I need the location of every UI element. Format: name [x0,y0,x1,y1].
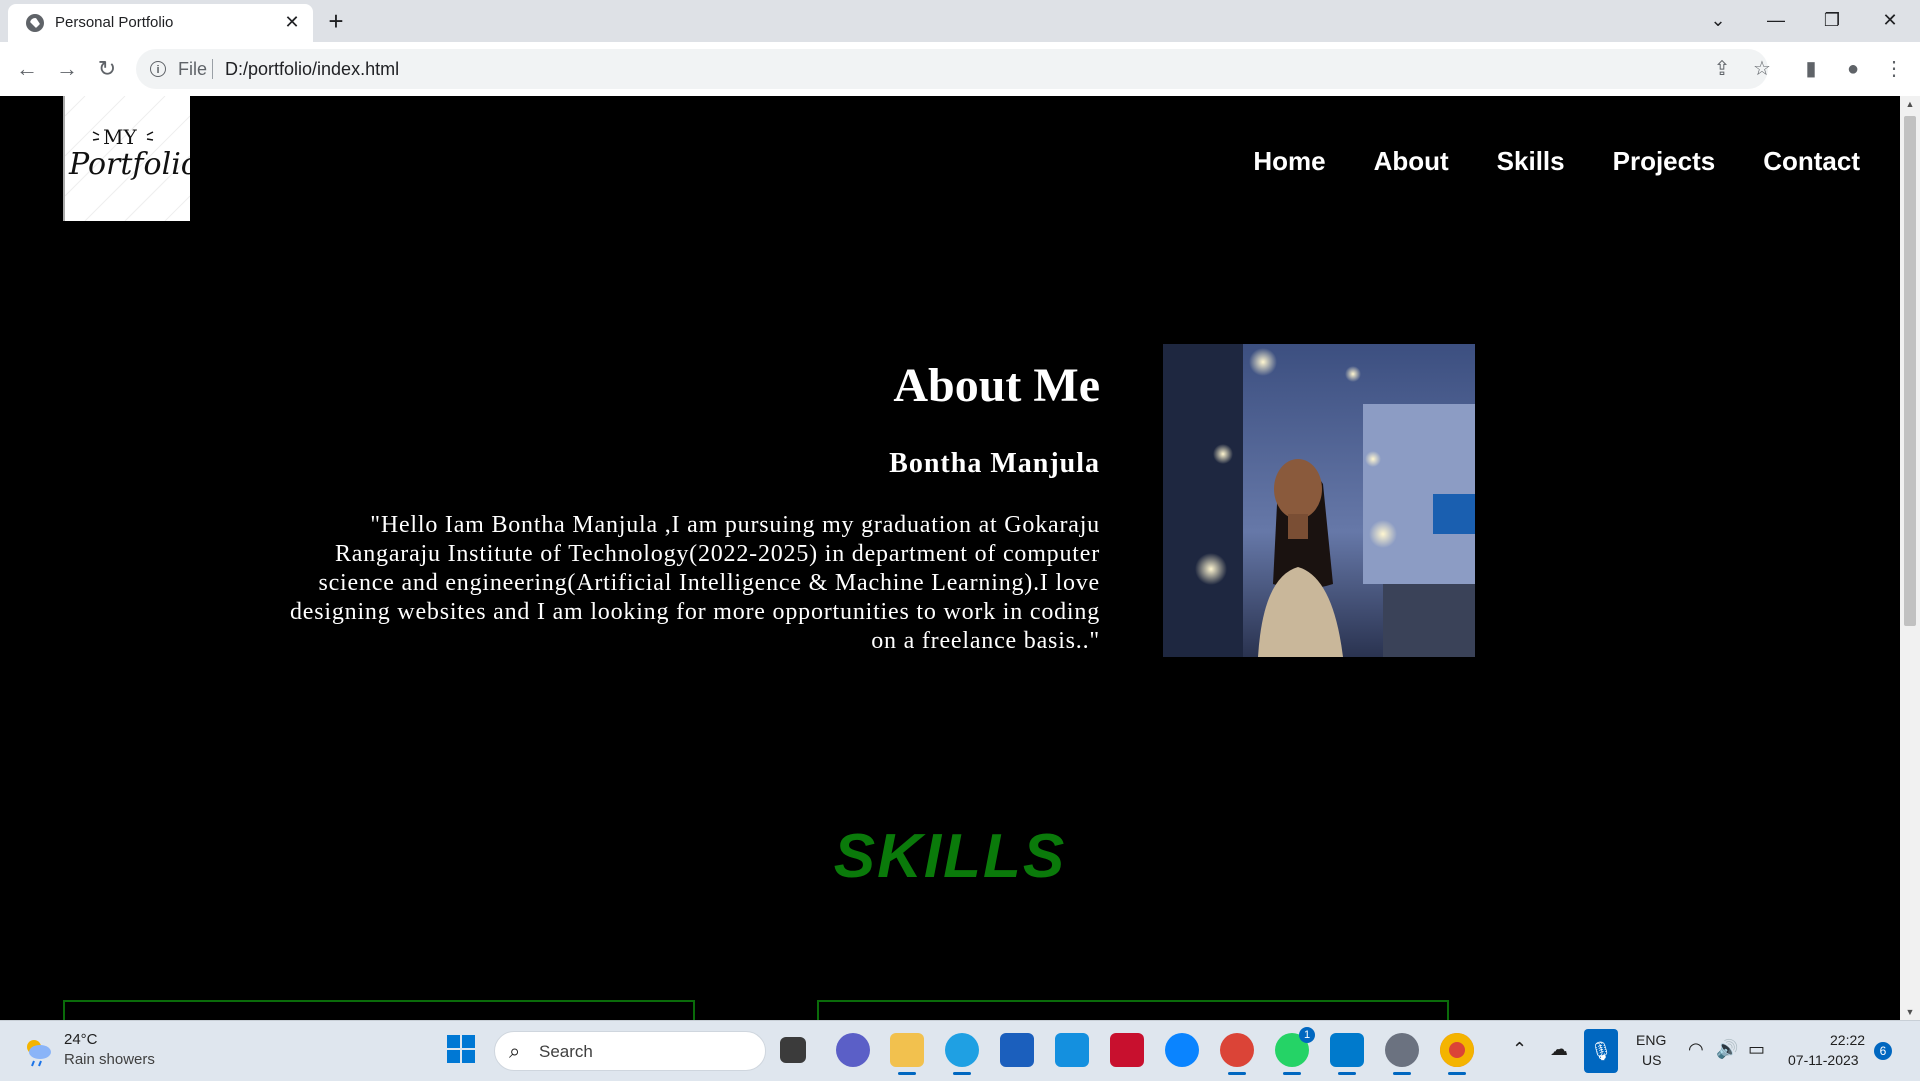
divider [212,59,213,79]
forward-icon[interactable]: → [53,55,81,83]
chevron-up-icon[interactable]: ⌃ [1512,1039,1527,1060]
about-heading: About Me [893,359,1100,412]
nav-skills[interactable]: Skills [1497,146,1565,177]
volume-icon[interactable]: 🔊 [1716,1039,1738,1060]
search-label: Search [539,1042,593,1061]
clock-date[interactable]: 07-11-2023 [1788,1052,1859,1068]
info-icon[interactable]: i [150,61,166,77]
about-paragraph: "Hello Iam Bontha Manjula ,I am pursuing… [289,512,1100,654]
clock-time[interactable]: 22:22 [1830,1032,1865,1048]
chrome-icon[interactable] [1440,1033,1474,1075]
microphone-icon[interactable]: 🎙 [1584,1029,1618,1073]
address-bar[interactable]: i File D:/portfolio/index.html ⇪ ☆ [136,49,1771,89]
file-explorer-icon[interactable] [890,1033,924,1075]
web-page: MY Portfolio Home About Skills Projects … [0,96,1900,1020]
about-name: Bontha Manjula [889,448,1100,479]
minimize-button[interactable]: — [1756,6,1796,34]
keyboard-layout[interactable]: US [1642,1052,1661,1068]
nav-projects[interactable]: Projects [1613,146,1716,177]
nav-contact[interactable]: Contact [1763,146,1860,177]
skills-heading: SKILLS [833,822,1067,891]
tab-title: Personal Portfolio [55,14,174,31]
rain-cloud-icon[interactable] [22,1035,54,1067]
search-icon: ⌕ [509,1041,521,1063]
cortana-icon[interactable] [1165,1033,1199,1067]
whatsapp-icon[interactable]: 1 [1275,1027,1315,1075]
microsoft-store-icon[interactable] [1000,1033,1034,1067]
profile-icon[interactable]: ● [1839,55,1867,83]
restore-button[interactable]: ❐ [1812,6,1852,34]
profile-photo [1163,344,1475,657]
new-tab-button[interactable]: + [322,8,350,36]
scroll-down-icon[interactable]: ▼ [1900,1004,1920,1020]
globe-icon [26,14,44,32]
url-text[interactable]: D:/portfolio/index.html [225,59,399,80]
nav-about[interactable]: About [1374,146,1449,177]
menu-icon[interactable]: ⋮ [1880,55,1908,83]
weather-temperature[interactable]: 24°C [64,1031,98,1048]
edge-browser-icon[interactable] [945,1033,979,1075]
mcafee-icon[interactable] [1110,1033,1144,1067]
l-app-icon[interactable] [1055,1033,1089,1067]
svg-text:MY: MY [103,125,137,149]
taskbar: 24°C Rain showers ⌕ Search 1 ⌃ ☁ 🎙 ENG U… [0,1020,1920,1081]
reload-icon[interactable]: ↻ [93,55,121,83]
vscode-icon[interactable] [1330,1033,1364,1075]
back-icon[interactable]: ← [13,55,41,83]
whatsapp-badge: 1 [1299,1027,1315,1043]
task-view-icon[interactable] [780,1037,806,1063]
nav-home[interactable]: Home [1253,146,1325,177]
tab-search-icon[interactable]: ⌄ [1698,6,1738,34]
teams-chat-icon[interactable] [836,1033,870,1067]
portfolio-logo[interactable]: MY Portfolio [63,96,199,222]
svg-text:Portfolio: Portfolio [68,147,190,182]
close-tab-icon[interactable]: ✕ [281,11,303,33]
scroll-up-icon[interactable]: ▲ [1900,96,1920,112]
main-nav: Home About Skills Projects Contact [1253,146,1860,177]
onedrive-cloud-icon[interactable]: ☁ [1550,1039,1568,1060]
close-window-button[interactable]: ✕ [1870,6,1910,34]
url-scheme: File [178,59,208,79]
skill-card [63,1000,695,1020]
profile-photo-image [1163,344,1475,657]
skill-card [817,1000,1449,1020]
vertical-scrollbar[interactable]: ▲ ▼ [1900,96,1920,1020]
side-panel-icon[interactable]: ▮ [1797,55,1825,83]
tab-personal-portfolio[interactable]: Personal Portfolio ✕ [8,4,313,42]
logo-artwork: MY Portfolio [64,96,199,222]
taskbar-search[interactable]: ⌕ Search [494,1031,766,1071]
windows-start-icon[interactable] [446,1034,476,1064]
weather-description[interactable]: Rain showers [64,1051,155,1068]
battery-icon[interactable]: ▭ [1748,1039,1765,1060]
bookmark-star-icon[interactable]: ☆ [1748,55,1776,83]
notification-badge[interactable]: 6 [1874,1042,1892,1060]
wifi-icon[interactable]: ◠ [1688,1039,1704,1060]
chrome-profile-icon[interactable] [1220,1033,1254,1075]
scrollbar-thumb[interactable] [1904,116,1916,626]
browser-toolbar: ← → ↻ i File D:/portfolio/index.html ⇪ ☆… [0,42,1920,97]
language-indicator[interactable]: ENG [1636,1032,1666,1048]
settings-gear-icon[interactable] [1385,1033,1419,1075]
share-icon[interactable]: ⇪ [1708,55,1736,83]
tab-strip: Personal Portfolio ✕ + ⌄ — ❐ ✕ [0,0,1920,42]
